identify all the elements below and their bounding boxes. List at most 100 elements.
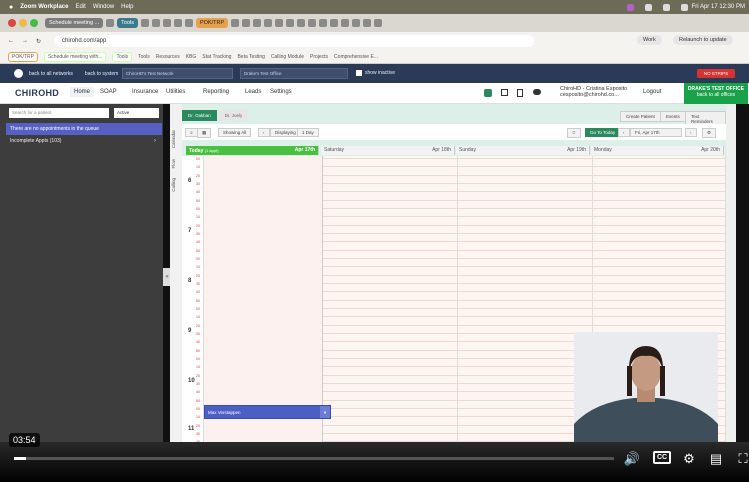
- status-icon[interactable]: [662, 3, 670, 11]
- clipboard-icon[interactable]: [517, 89, 523, 97]
- today-column[interactable]: [204, 156, 323, 442]
- star-icon[interactable]: ✩: [567, 128, 581, 138]
- bookmark[interactable]: Tools: [112, 51, 133, 62]
- tab-favicon[interactable]: [264, 19, 273, 27]
- back-to-offices-link[interactable]: back to all offices: [684, 92, 748, 98]
- no-strips-button[interactable]: NO STRIPS: [697, 69, 735, 78]
- relaunch-button[interactable]: Relaunch to update: [673, 35, 733, 45]
- tab-favicon[interactable]: [185, 19, 193, 27]
- profile-button[interactable]: Work: [637, 35, 662, 45]
- messages-icon[interactable]: [484, 89, 492, 97]
- tab-favicon[interactable]: [352, 19, 361, 27]
- tab-tools[interactable]: Tools: [117, 18, 138, 28]
- date-picker[interactable]: Fri, Apr 17th: [630, 128, 682, 137]
- day-header-monday[interactable]: Monday Apr 20th: [591, 146, 724, 155]
- chirohd-logo[interactable]: CHIROHD: [15, 88, 59, 98]
- address-bar[interactable]: chirohd.com/app: [54, 35, 534, 47]
- create-patient-button[interactable]: Create Patient: [620, 111, 661, 122]
- tab-favicon[interactable]: [374, 19, 383, 27]
- transcript-icon[interactable]: ▤: [707, 450, 725, 468]
- tab-favicon[interactable]: [242, 19, 251, 27]
- bookmark[interactable]: Calling Module: [271, 54, 304, 60]
- tab-favicon[interactable]: [297, 19, 306, 27]
- back-to-networks-link[interactable]: back to all networks: [29, 71, 73, 77]
- tab-favicon[interactable]: [253, 19, 262, 27]
- tab-favicon[interactable]: [363, 19, 372, 27]
- showing-filter[interactable]: Showing All: [218, 128, 252, 137]
- tab-pok-trp[interactable]: POK/TRP: [196, 18, 229, 28]
- bookmark[interactable]: Projects: [310, 54, 328, 60]
- reload-icon[interactable]: ↻: [36, 38, 41, 45]
- tab-doctor-oakban[interactable]: Dr. Oakban: [182, 110, 217, 121]
- tab-favicon[interactable]: [231, 19, 240, 27]
- bookmark[interactable]: Schedule meeting with...: [43, 51, 107, 62]
- show-inactive-checkbox[interactable]: [356, 70, 362, 76]
- tab-schedule-meeting[interactable]: Schedule meeting ...: [45, 18, 104, 28]
- back-to-system-link[interactable]: back to system: [85, 71, 118, 77]
- mac-clock[interactable]: Fri Apr 17 12:30 PM: [692, 4, 745, 10]
- zoom-status-icon[interactable]: [626, 3, 634, 11]
- bookmark[interactable]: Comprehensive E...: [334, 54, 378, 60]
- nav-settings[interactable]: Settings: [270, 89, 292, 95]
- close-window-icon[interactable]: [8, 19, 16, 27]
- apple-icon[interactable]: ●: [9, 4, 13, 11]
- fullscreen-icon[interactable]: ⛶: [734, 450, 749, 468]
- next-day-icon[interactable]: ›: [685, 128, 697, 137]
- nav-home[interactable]: Home: [70, 87, 95, 97]
- tab-favicon[interactable]: [275, 19, 284, 27]
- list-view-icon[interactable]: ≡: [185, 128, 198, 137]
- nav-reporting[interactable]: Reporting: [203, 89, 229, 95]
- wifi-icon[interactable]: [680, 3, 688, 11]
- gear-icon[interactable]: ⚙: [680, 450, 698, 468]
- bookmark[interactable]: Tools: [138, 54, 150, 60]
- day-header-sunday[interactable]: Sunday Apr 19th: [456, 146, 590, 155]
- tab-favicon[interactable]: [141, 19, 149, 27]
- sunday-column[interactable]: [458, 156, 593, 442]
- vtab-calendar[interactable]: Calendar: [171, 130, 176, 148]
- nav-insurance[interactable]: Insurance: [132, 89, 158, 95]
- volume-icon[interactable]: 🔊: [623, 450, 641, 468]
- office-badge[interactable]: DRAKE'S TEST OFFICE back to all offices: [684, 83, 748, 104]
- status-icon[interactable]: [644, 3, 652, 11]
- nav-utilities[interactable]: Utilities: [166, 89, 185, 95]
- vtab-calling[interactable]: Calling: [171, 178, 176, 192]
- tab-favicon[interactable]: [152, 19, 160, 27]
- user-menu[interactable]: ChiroHD - Cristina Esposito cesposito@ch…: [560, 86, 627, 98]
- captions-icon[interactable]: CC: [653, 451, 671, 464]
- grid-view-icon[interactable]: ▦: [197, 128, 212, 138]
- bookmark[interactable]: Resources: [156, 54, 180, 60]
- tab-favicon[interactable]: [319, 19, 328, 27]
- forward-icon[interactable]: →: [22, 38, 28, 44]
- network-select[interactable]: ChiroHD's Test Network: [122, 68, 233, 79]
- tab-favicon[interactable]: [341, 19, 350, 27]
- incomplete-appts-item[interactable]: Incomplete Appts (103) ›: [6, 135, 162, 147]
- saturday-column[interactable]: [323, 156, 458, 442]
- mac-menu-edit[interactable]: Edit: [75, 4, 85, 10]
- bookmark[interactable]: KBG: [186, 54, 197, 60]
- day-header-today[interactable]: Today (1 appt) Apr 17th: [186, 146, 319, 155]
- back-icon[interactable]: ←: [8, 38, 14, 44]
- scrollbar[interactable]: [726, 104, 736, 442]
- mac-menu-help[interactable]: Help: [121, 4, 133, 10]
- chevron-down-icon[interactable]: ▼: [320, 406, 330, 418]
- minimize-window-icon[interactable]: [19, 19, 27, 27]
- cloud-icon[interactable]: [533, 89, 541, 95]
- nav-soap[interactable]: SOAP: [100, 89, 117, 95]
- status-select[interactable]: Active: [114, 108, 159, 118]
- events-button[interactable]: Events: [660, 111, 686, 122]
- tab-favicon[interactable]: [308, 19, 317, 27]
- vtab-flow[interactable]: Flow: [171, 159, 176, 169]
- mac-app-name[interactable]: Zoom Workplace: [20, 4, 68, 10]
- maximize-window-icon[interactable]: [30, 19, 38, 27]
- tab-favicon[interactable]: [106, 19, 115, 27]
- office-select[interactable]: Drake's Test Office: [240, 68, 348, 79]
- patient-search-input[interactable]: Search for a patient: [9, 108, 109, 118]
- video-progress-bar[interactable]: [14, 457, 614, 460]
- nav-leads[interactable]: Leads: [245, 89, 261, 95]
- bookmark[interactable]: Beta Testing: [237, 54, 264, 60]
- logout-link[interactable]: Logout: [643, 89, 661, 95]
- tab-favicon[interactable]: [286, 19, 295, 27]
- bookmark[interactable]: Stat Tracking: [202, 54, 231, 60]
- tab-favicon[interactable]: [174, 19, 182, 27]
- tab-favicon[interactable]: [163, 19, 171, 27]
